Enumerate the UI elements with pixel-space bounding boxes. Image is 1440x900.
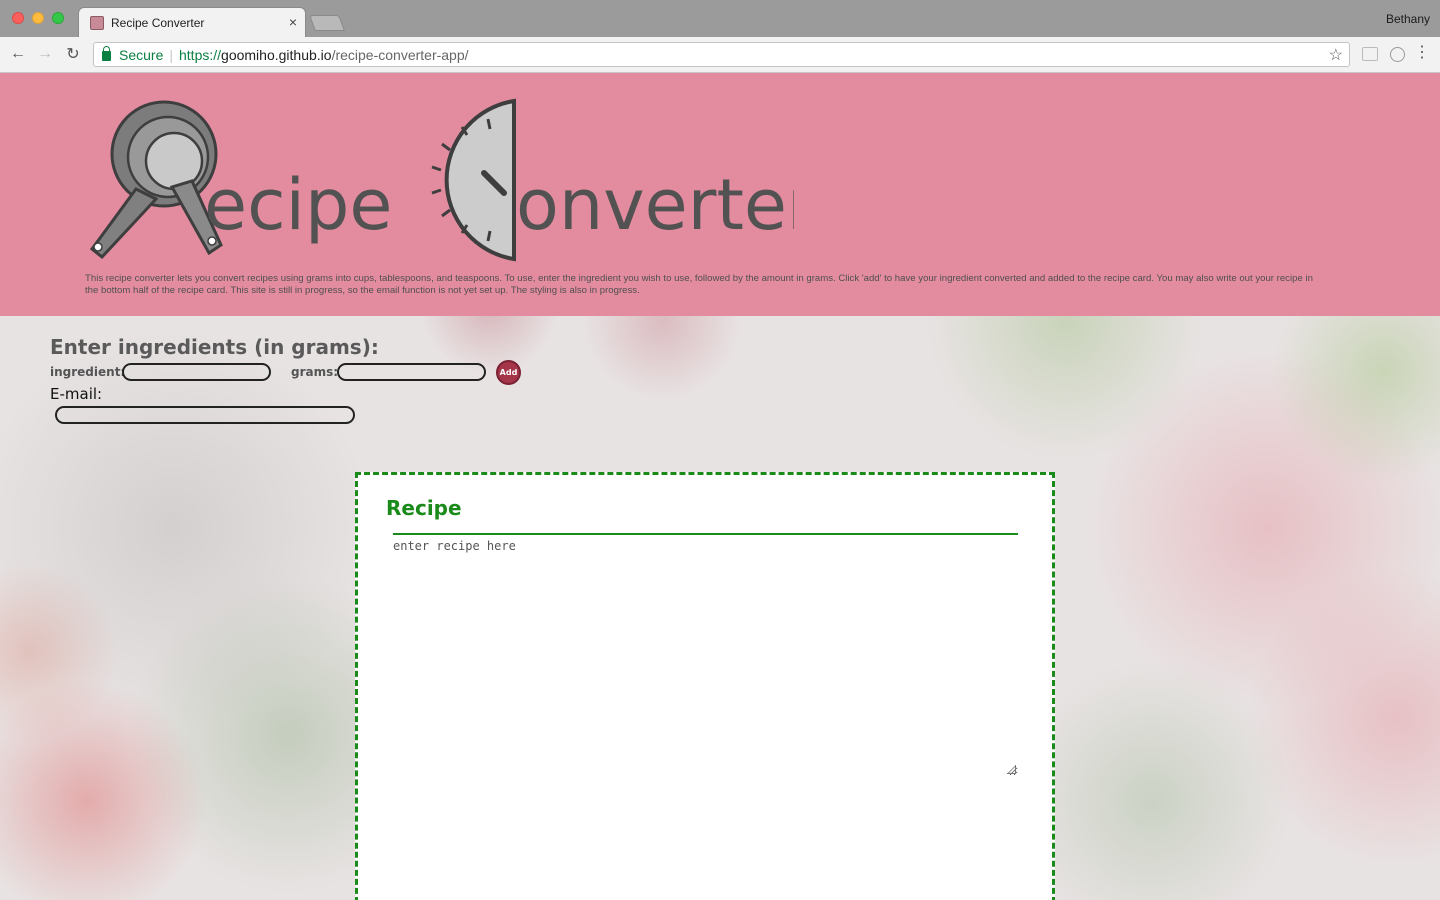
browser-toolbar: ← → ↻ Secure | https:// goomiho.github.i…: [0, 37, 1440, 73]
bookmark-star-icon[interactable]: ☆: [1329, 45, 1343, 65]
browser-tab[interactable]: Recipe Converter ×: [78, 7, 306, 37]
half-clock-icon: [431, 98, 516, 262]
recipe-card: Recipe: [355, 472, 1055, 900]
header-banner: ecipe onverter This recipe converter let…: [0, 73, 1440, 316]
logo-text-onverter: onverter: [516, 164, 794, 246]
page-viewport: ecipe onverter This recipe converter let…: [0, 73, 1440, 900]
window-close-icon[interactable]: [12, 12, 24, 24]
cast-icon[interactable]: [1362, 47, 1378, 61]
reload-icon[interactable]: ↻: [62, 43, 84, 65]
tab-title: Recipe Converter: [111, 16, 205, 30]
recipe-textarea[interactable]: [393, 533, 1018, 776]
recipe-converter-logo: ecipe onverter: [89, 98, 794, 262]
favicon-icon: [90, 16, 104, 30]
logo-text-recipe: ecipe: [204, 164, 393, 246]
add-button[interactable]: Add: [496, 360, 521, 385]
ingredient-input[interactable]: [122, 363, 271, 381]
measuring-spoons-icon: [89, 100, 223, 260]
back-arrow-icon[interactable]: ←: [7, 43, 29, 65]
new-tab-button[interactable]: [309, 15, 345, 31]
profile-name[interactable]: Bethany: [1386, 12, 1430, 26]
form-heading: Enter ingredients (in grams):: [50, 335, 379, 359]
address-bar[interactable]: Secure | https:// goomiho.github.io /rec…: [93, 42, 1350, 67]
lock-icon: [102, 46, 111, 61]
tab-close-icon[interactable]: ×: [289, 14, 297, 30]
email-label: E-mail:: [50, 385, 103, 403]
intro-text: This recipe converter lets you convert r…: [85, 273, 1313, 296]
ingredient-label: ingredient:: [50, 365, 126, 379]
url-host: goomiho.github.io: [221, 46, 332, 63]
browser-menu-icon[interactable]: ⋮: [1414, 45, 1430, 61]
grams-label: grams:: [291, 365, 339, 379]
textarea-resize-handle[interactable]: [1007, 765, 1016, 774]
window-minimize-icon[interactable]: [32, 12, 44, 24]
recipe-card-title: Recipe: [386, 496, 462, 520]
url-path: /recipe-converter-app/: [331, 46, 469, 63]
grams-input[interactable]: [337, 363, 486, 381]
email-input[interactable]: [55, 406, 355, 424]
forward-arrow-icon[interactable]: →: [34, 43, 56, 65]
extension-icon[interactable]: [1390, 47, 1405, 62]
url-separator: |: [169, 46, 173, 63]
url-scheme: https://: [179, 46, 222, 63]
browser-titlebar: Recipe Converter × Bethany: [0, 0, 1440, 37]
secure-label: Secure: [119, 46, 164, 63]
window-maximize-icon[interactable]: [52, 12, 64, 24]
